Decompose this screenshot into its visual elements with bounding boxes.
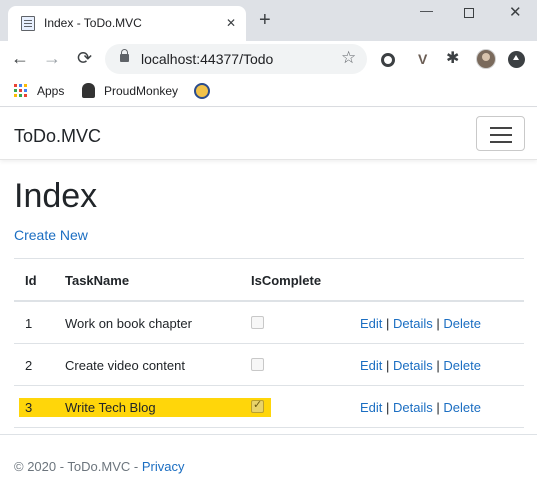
bookmark-apps[interactable]: Apps bbox=[37, 84, 64, 98]
apps-grid-dot bbox=[19, 94, 22, 97]
bookmark-proudmonkey[interactable]: ProudMonkey bbox=[104, 84, 178, 98]
row-actions: Edit | Details | Delete bbox=[360, 316, 481, 331]
cell-taskname: Work on book chapter bbox=[65, 316, 192, 331]
tab-strip: Index - ToDo.MVC ✕ + — ✕ bbox=[0, 0, 537, 41]
separator: | bbox=[386, 400, 394, 415]
hamburger-line bbox=[490, 127, 512, 129]
delete-link[interactable]: Delete bbox=[443, 316, 481, 331]
header-taskname: TaskName bbox=[65, 273, 130, 288]
apps-grid-dot bbox=[24, 94, 27, 97]
extension-ring-icon[interactable] bbox=[381, 53, 395, 67]
edit-link[interactable]: Edit bbox=[360, 400, 382, 415]
apps-grid-dot bbox=[24, 89, 27, 92]
address-bar[interactable]: localhost:44377/Todo ☆ bbox=[105, 44, 367, 74]
update-upload-icon[interactable] bbox=[508, 51, 525, 68]
details-link[interactable]: Details bbox=[393, 316, 433, 331]
site-navbar: ToDo.MVC bbox=[0, 108, 537, 160]
create-new-link[interactable]: Create New bbox=[14, 227, 88, 243]
cell-taskname: Write Tech Blog bbox=[65, 400, 156, 415]
cell-taskname: Create video content bbox=[65, 358, 185, 373]
bookmarks-bar: Apps ProudMonkey bbox=[0, 78, 537, 107]
row-actions: Edit | Details | Delete bbox=[360, 400, 481, 415]
tab-close-icon[interactable]: ✕ bbox=[226, 15, 236, 31]
edit-link[interactable]: Edit bbox=[360, 316, 382, 331]
apps-grid-dot bbox=[14, 94, 17, 97]
table-row: 1 Work on book chapter Edit | Details | … bbox=[14, 302, 524, 344]
bookmark-star-icon[interactable]: ☆ bbox=[341, 48, 356, 68]
maximize-icon[interactable] bbox=[464, 8, 474, 18]
tab-title: Index - ToDo.MVC bbox=[44, 16, 142, 30]
table-header-row: Id TaskName IsComplete bbox=[14, 258, 524, 302]
forward-arrow-icon[interactable]: → bbox=[43, 48, 61, 68]
hamburger-line bbox=[490, 134, 512, 136]
globe-icon[interactable] bbox=[194, 83, 210, 99]
details-link[interactable]: Details bbox=[393, 358, 433, 373]
brand-link[interactable]: ToDo.MVC bbox=[14, 126, 101, 147]
cell-id: 2 bbox=[25, 358, 33, 373]
apps-grid-icon[interactable] bbox=[14, 84, 27, 97]
hamburger-line bbox=[490, 141, 512, 143]
apps-grid-dot bbox=[14, 84, 17, 87]
site-footer: © 2020 - ToDo.MVC - Privacy bbox=[0, 434, 537, 493]
delete-link[interactable]: Delete bbox=[443, 358, 481, 373]
apps-grid-dot bbox=[24, 84, 27, 87]
apps-grid-dot bbox=[19, 89, 22, 92]
menu-toggle-button[interactable] bbox=[476, 116, 525, 151]
extension-v-icon[interactable]: V bbox=[418, 51, 427, 67]
separator: | bbox=[386, 316, 394, 331]
iscomplete-checkbox bbox=[251, 316, 264, 329]
url-text[interactable]: localhost:44377/Todo bbox=[141, 51, 273, 67]
reload-icon[interactable]: ⟳ bbox=[77, 48, 92, 68]
apps-grid-dot bbox=[14, 89, 17, 92]
row-actions: Edit | Details | Delete bbox=[360, 358, 481, 373]
details-link[interactable]: Details bbox=[393, 400, 433, 415]
header-iscomplete: IsComplete bbox=[251, 273, 322, 288]
cell-id: 3 bbox=[25, 400, 33, 415]
extensions-puzzle-icon[interactable]: ✱ bbox=[446, 50, 459, 68]
delete-link[interactable]: Delete bbox=[443, 400, 481, 415]
profile-avatar[interactable] bbox=[476, 49, 496, 69]
new-tab-icon[interactable]: + bbox=[259, 10, 271, 30]
copyright-text: © 2020 - ToDo.MVC - bbox=[14, 459, 142, 474]
minimize-icon[interactable]: — bbox=[420, 4, 433, 18]
lock-icon[interactable] bbox=[120, 49, 129, 62]
apps-grid-dot bbox=[19, 84, 22, 87]
edit-link[interactable]: Edit bbox=[360, 358, 382, 373]
page-title: Index bbox=[14, 177, 98, 215]
page-icon bbox=[21, 16, 35, 31]
separator: | bbox=[386, 358, 394, 373]
browser-toolbar: ← → ⟳ localhost:44377/Todo ☆ V ✱ bbox=[0, 41, 537, 78]
window-close-icon[interactable]: ✕ bbox=[509, 5, 522, 20]
iscomplete-checkbox bbox=[251, 398, 264, 413]
header-id: Id bbox=[25, 273, 37, 288]
monkey-icon[interactable] bbox=[82, 83, 95, 98]
footer-text: © 2020 - ToDo.MVC - Privacy bbox=[14, 459, 184, 474]
cell-id: 1 bbox=[25, 316, 33, 331]
iscomplete-checkbox bbox=[251, 358, 264, 371]
table-row: 3 Write Tech Blog Edit | Details | Delet… bbox=[14, 386, 524, 428]
back-arrow-icon[interactable]: ← bbox=[11, 48, 29, 68]
browser-tab[interactable]: Index - ToDo.MVC ✕ bbox=[8, 6, 246, 41]
table-row: 2 Create video content Edit | Details | … bbox=[14, 344, 524, 386]
privacy-link[interactable]: Privacy bbox=[142, 459, 185, 474]
